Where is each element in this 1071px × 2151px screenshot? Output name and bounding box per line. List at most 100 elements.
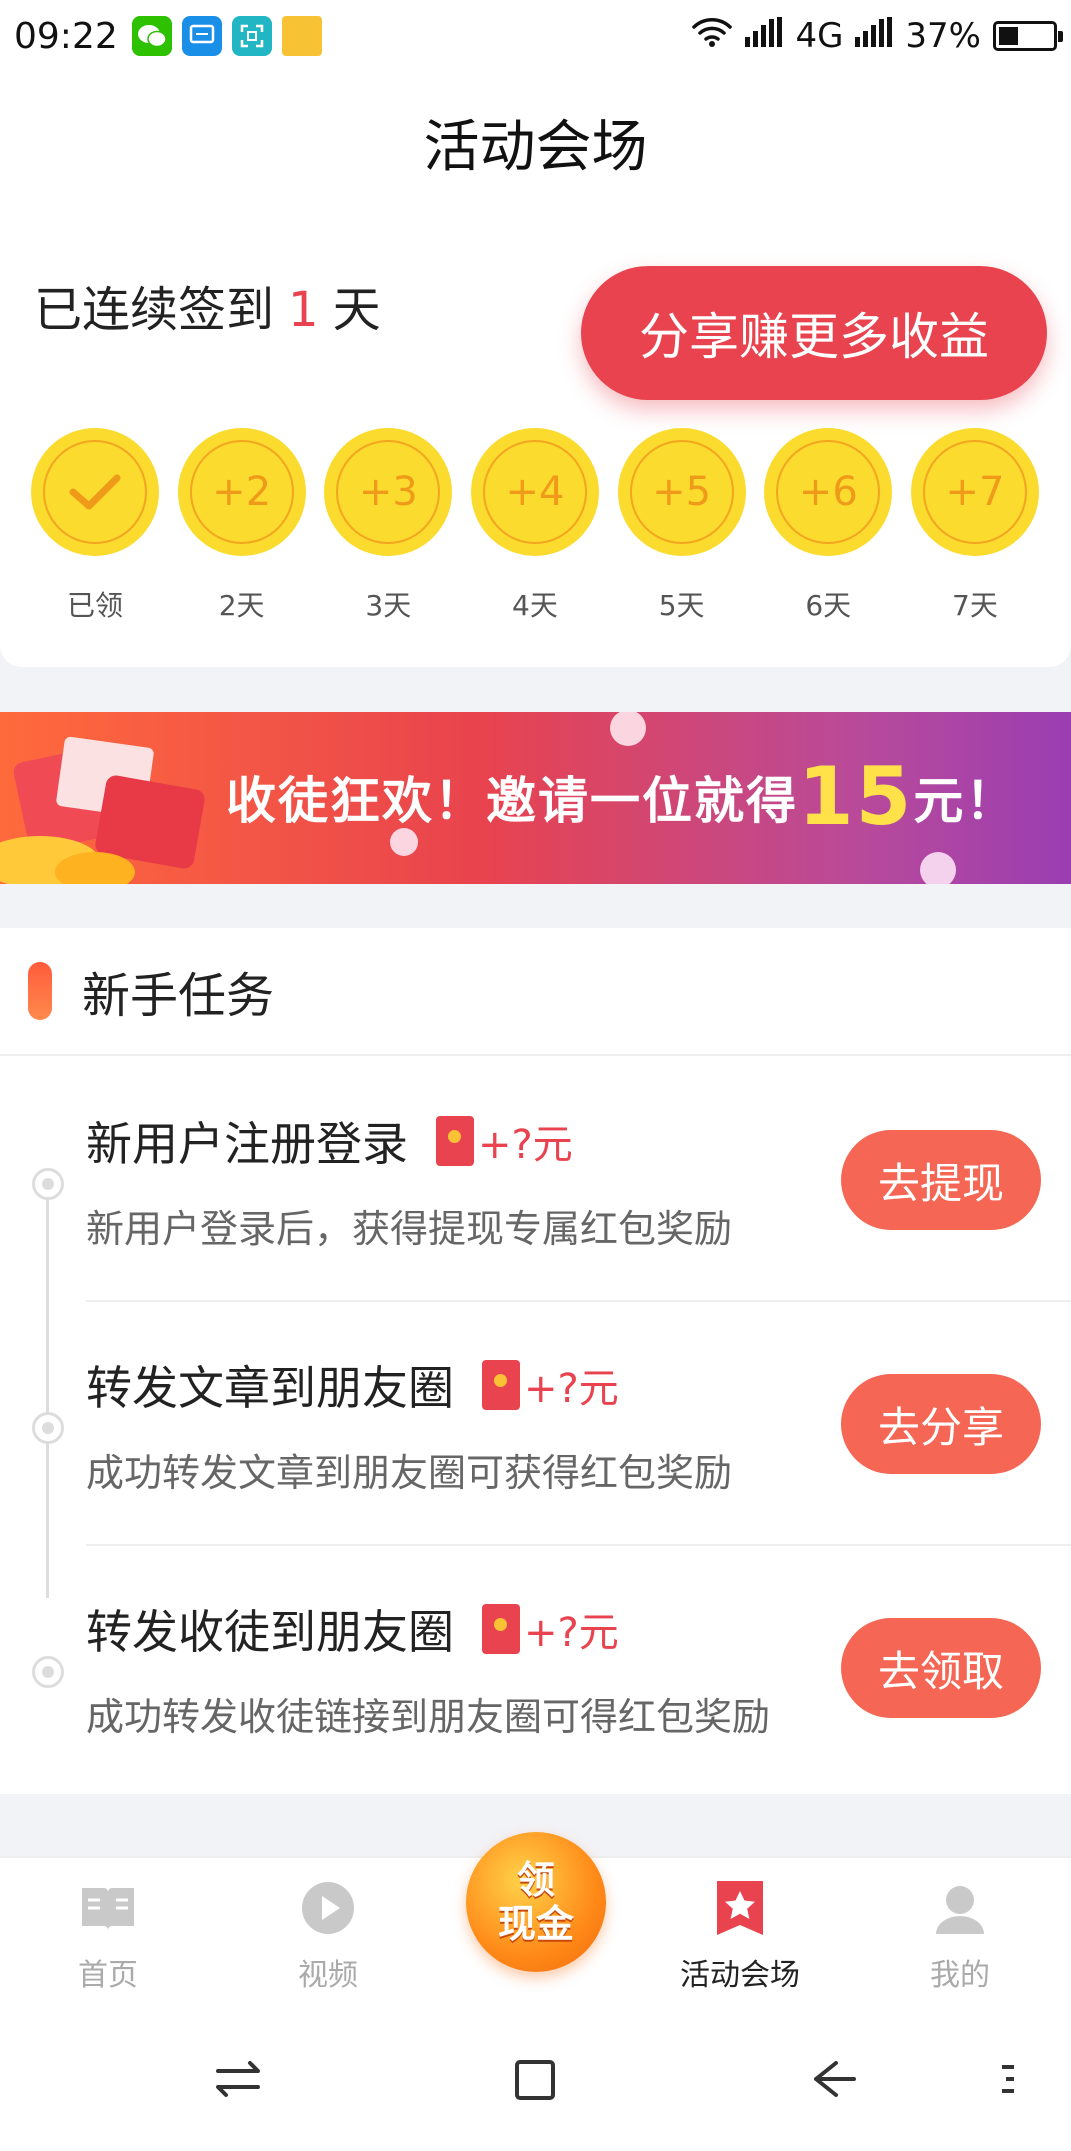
task-title-text: 转发文章到朋友圈 [86,1361,454,1415]
signin-day[interactable]: +6 6天 [763,428,893,624]
banner-text-before: 收徒狂欢！邀请一位就得 [226,772,798,830]
invite-banner[interactable]: 收徒狂欢！邀请一位就得15元！ [0,712,1071,884]
bottom-tab-bar: 首页 视频 领 现金 活动会场 我的 [0,1832,1071,2006]
battery-icon [993,21,1063,51]
streak-prefix: 已连续签到 [34,282,275,338]
day-label: 5天 [658,589,705,622]
signin-card: 已连续签到 1 天 分享赚更多收益 已领 +2 2天 +3 3天 +4 4天 +5 … [0,212,1071,667]
coin: +2 [177,428,306,556]
signin-days: 已领 +2 2天 +3 3天 +4 4天 +5 5天 +6 6天 +7 7天 [30,428,1040,624]
task-desc: 新用户登录后，获得提现专属红包奖励 [86,1207,733,1251]
home-square-icon[interactable] [506,2054,566,2104]
coin-value: +7 [922,440,1027,544]
signin-day[interactable]: +2 2天 [177,428,307,624]
coin-value: +4 [482,440,587,544]
claim-cash-button[interactable]: 领 现金 [466,1832,606,1972]
banner-amount: 15 [798,750,914,843]
section-title: 新手任务 [82,968,275,1024]
tab-label: 活动会场 [680,1958,800,1993]
banner-text: 收徒狂欢！邀请一位就得15元！ [226,750,1017,843]
coin: +4 [470,428,599,556]
scan-icon [231,16,272,56]
signin-day[interactable]: +4 4天 [470,428,600,624]
newbie-tasks-section: 新手任务 新用户注册登录 +?元 新用户登录后，获得提现专属红包奖励 去提现 转… [0,928,1071,1794]
timeline-dot [32,1656,64,1688]
title-bar: 活动会场 [0,72,1071,212]
center-button-line1: 领 [516,1858,555,1902]
tab-mine[interactable]: 我的 [870,1878,1050,1994]
section-accent-bar [28,962,52,1020]
signal-icon [745,16,783,56]
menu-icon[interactable] [980,2054,1040,2104]
folder-icon [281,16,322,56]
share-button[interactable]: 去分享 [841,1374,1041,1474]
battery-percent: 37% [905,16,981,56]
coin-value: +2 [189,440,294,544]
task-reward: +?元 [482,1600,619,1658]
status-bar: 09:22 4G 37% [0,0,1071,72]
streak-suffix: 天 [332,282,381,338]
section-header: 新手任务 [0,928,1071,1056]
signin-day[interactable]: +3 3天 [323,428,453,624]
play-icon [298,1878,358,1938]
task-desc: 成功转发文章到朋友圈可获得红包奖励 [86,1451,733,1495]
coin: +6 [764,428,893,556]
task-title: 转发收徒到朋友圈 +?元 [86,1596,619,1662]
streak-count: 1 [288,282,319,338]
wechat-icon [131,16,172,56]
task-reward: +?元 [482,1356,619,1414]
coin [31,428,159,556]
withdraw-button[interactable]: 去提现 [841,1130,1041,1230]
banner-text-after: 元！ [913,772,1018,830]
status-right: 4G 37% [691,16,1063,57]
network-type: 4G [795,16,844,56]
check-icon [69,474,121,510]
task-item: 转发文章到朋友圈 +?元 成功转发文章到朋友圈可获得红包奖励 去分享 [0,1302,1071,1546]
book-icon [78,1878,138,1938]
tab-label: 首页 [78,1958,138,1993]
task-desc: 成功转发收徒链接到朋友圈可得红包奖励 [86,1695,771,1739]
system-nav-bar [0,2006,1071,2151]
claim-button[interactable]: 去领取 [841,1618,1041,1718]
tab-label: 视频 [298,1958,358,1993]
notification-icons [131,16,322,56]
day-label: 2天 [218,589,265,622]
streak-text: 已连续签到 1 天 [34,270,381,340]
task-item: 转发收徒到朋友圈 +?元 成功转发收徒链接到朋友圈可得红包奖励 去领取 [0,1546,1071,1790]
task-title-text: 转发收徒到朋友圈 [86,1605,454,1659]
coin: +7 [910,428,1039,556]
signin-day[interactable]: +7 7天 [910,428,1040,624]
task-reward: +?元 [436,1112,573,1170]
coin-value: +6 [776,440,881,544]
tab-activity[interactable]: 活动会场 [650,1878,830,1994]
tab-label: 我的 [930,1958,990,1993]
tab-home[interactable]: 首页 [18,1878,198,1994]
back-icon[interactable] [804,2054,864,2104]
center-button-line2: 现金 [497,1902,574,1946]
task-title: 转发文章到朋友圈 +?元 [86,1352,619,1418]
status-time: 09:22 [14,15,118,57]
reward-text: +?元 [524,1610,619,1656]
signin-day[interactable]: 已领 [30,428,160,624]
share-earn-button[interactable]: 分享赚更多收益 [581,266,1047,400]
task-item: 新用户注册登录 +?元 新用户登录后，获得提现专属红包奖励 去提现 [0,1058,1071,1302]
day-label: 6天 [805,589,852,622]
reward-text: +?元 [524,1366,619,1412]
signin-day[interactable]: +5 5天 [617,428,747,624]
red-packet-icon [436,1116,474,1166]
day-label: 4天 [512,589,558,622]
coin: +5 [617,428,746,556]
signal-icon-2 [855,16,893,56]
red-packet-icon [482,1604,520,1654]
star-ribbon-icon [710,1878,770,1938]
day-label: 已领 [66,589,123,622]
swap-icon[interactable] [208,2054,268,2104]
tab-video[interactable]: 视频 [238,1878,418,1994]
user-icon [930,1878,990,1938]
task-title: 新用户注册登录 +?元 [86,1108,573,1174]
task-title-text: 新用户注册登录 [86,1117,408,1171]
message-icon [181,16,222,56]
day-label: 7天 [952,589,998,622]
page-title: 活动会场 [423,114,648,180]
timeline-dot [32,1168,64,1200]
